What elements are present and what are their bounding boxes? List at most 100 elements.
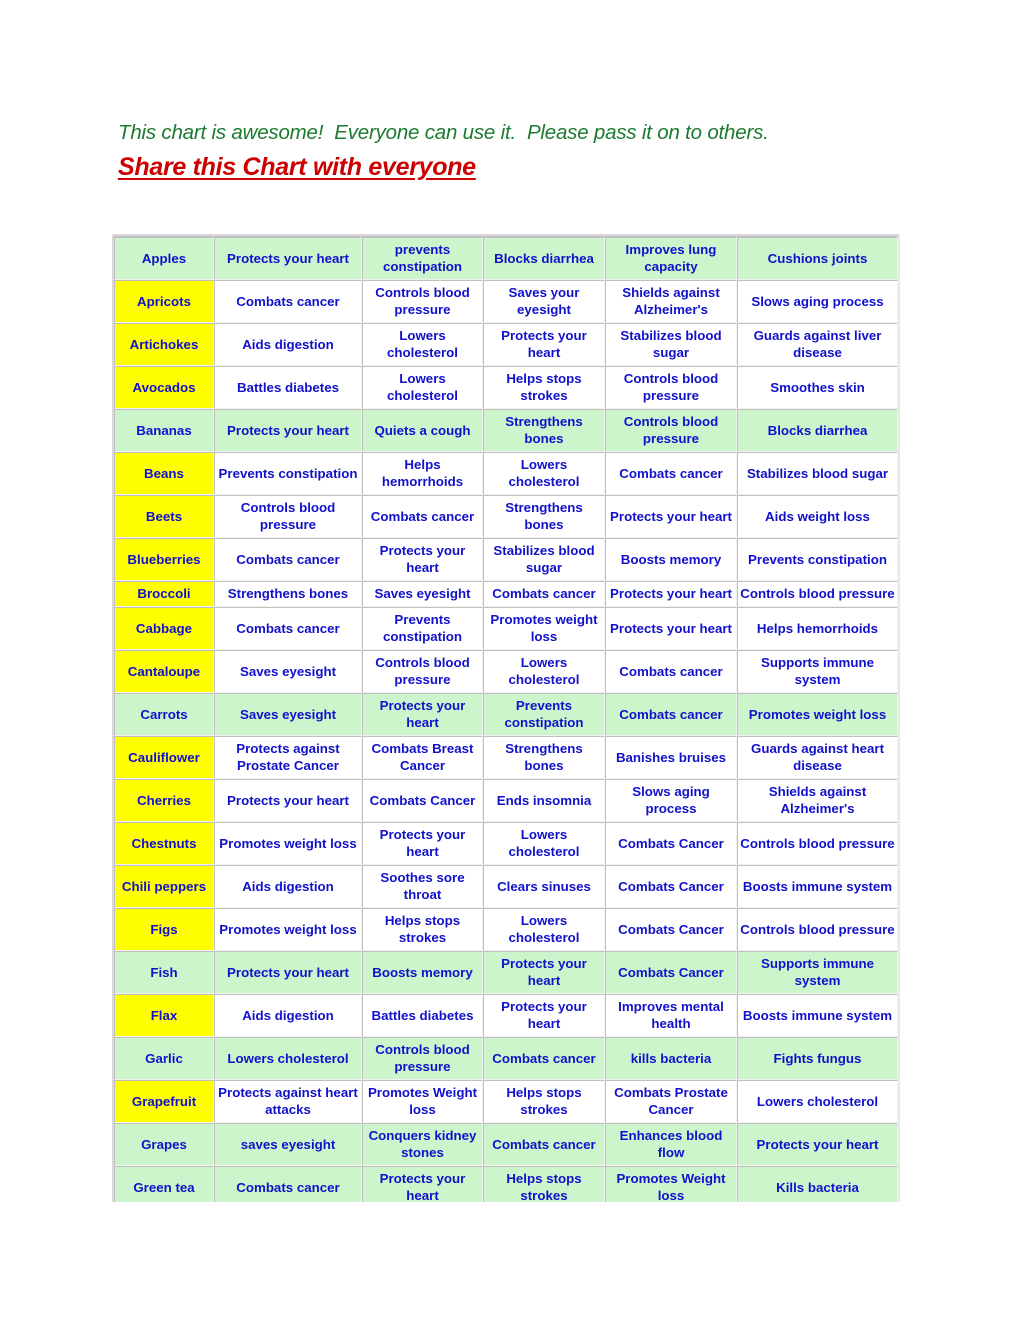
benefit-cell: Saves eyesight xyxy=(214,650,362,693)
table-row: Artichokes Aids digestion Lowers cholester… xyxy=(114,323,898,366)
benefit-cell: Soothes sore throat xyxy=(362,865,483,908)
benefit-cell: Enhances blood flow xyxy=(605,1123,737,1166)
benefit-cell: Helps hemorrhoids xyxy=(737,607,898,650)
benefit-cell: Helps stops strokes xyxy=(483,1166,605,1202)
table-row: Grapefruit Protects against heart attacks… xyxy=(114,1080,898,1123)
food-name-cell: Grapefruit xyxy=(114,1080,214,1123)
food-name-cell: Cantaloupe xyxy=(114,650,214,693)
benefit-cell: Blocks diarrhea xyxy=(737,409,898,452)
benefit-cell: Promotes weight loss xyxy=(214,822,362,865)
benefit-cell: Promotes Weight loss xyxy=(605,1166,737,1202)
benefit-cell: Saves your eyesight xyxy=(483,280,605,323)
benefit-cell: Protects your heart xyxy=(605,581,737,607)
food-name-cell: Artichokes xyxy=(114,323,214,366)
benefit-cell: Boosts immune system xyxy=(737,994,898,1037)
benefit-cell: Protects your heart xyxy=(605,495,737,538)
benefit-cell: Helps stops strokes xyxy=(362,908,483,951)
benefit-cell: Promotes weight loss xyxy=(483,607,605,650)
benefit-cell: Lowers cholesterol xyxy=(737,1080,898,1123)
benefit-cell: Protects your heart xyxy=(362,822,483,865)
benefit-cell: Protects your heart xyxy=(214,779,362,822)
food-benefits-table: Apples Protects your heart prevents consti… xyxy=(112,234,900,1202)
table-row: Beans Prevents constipation Helps hemorrho… xyxy=(114,452,898,495)
benefit-cell: Combats cancer xyxy=(214,538,362,581)
benefit-cell: Lowers cholesterol xyxy=(362,366,483,409)
benefit-cell: Controls blood pressure xyxy=(362,650,483,693)
table-row: Grapes saves eyesight Conquers kidney ston… xyxy=(114,1123,898,1166)
benefit-cell: Protects your heart xyxy=(214,236,362,280)
food-name-cell: Apples xyxy=(114,236,214,280)
food-name-cell: Flax xyxy=(114,994,214,1037)
benefit-cell: Lowers cholesterol xyxy=(483,822,605,865)
food-name-cell: Bananas xyxy=(114,409,214,452)
benefit-cell: Guards against liver disease xyxy=(737,323,898,366)
benefit-cell: Lowers cholesterol xyxy=(362,323,483,366)
benefit-cell: Controls blood pressure xyxy=(362,1037,483,1080)
benefit-cell: Saves eyesight xyxy=(214,693,362,736)
benefit-cell: Controls blood pressure xyxy=(605,366,737,409)
benefit-cell: Controls blood pressure xyxy=(737,581,898,607)
benefit-cell: Quiets a cough xyxy=(362,409,483,452)
food-name-cell: Avocados xyxy=(114,366,214,409)
benefit-cell: Saves eyesight xyxy=(362,581,483,607)
table-row: Fish Protects your heart Boosts memory Prot… xyxy=(114,951,898,994)
food-name-cell: Apricots xyxy=(114,280,214,323)
table-row: Bananas Protects your heart Quiets a cough… xyxy=(114,409,898,452)
table-row: Apricots Combats cancer Controls blood pre… xyxy=(114,280,898,323)
benefit-cell: Protects your heart xyxy=(483,323,605,366)
benefit-cell: Combats cancer xyxy=(214,280,362,323)
food-name-cell: Grapes xyxy=(114,1123,214,1166)
benefit-cell: Combats cancer xyxy=(214,1166,362,1202)
benefit-cell: Protects against Prostate Cancer xyxy=(214,736,362,779)
benefit-cell: Protects your heart xyxy=(483,951,605,994)
benefit-cell: Controls blood pressure xyxy=(214,495,362,538)
benefit-cell: Protects against heart attacks xyxy=(214,1080,362,1123)
benefit-cell: Controls blood pressure xyxy=(737,908,898,951)
benefit-cell: Protects your heart xyxy=(737,1123,898,1166)
benefit-cell: Promotes Weight loss xyxy=(362,1080,483,1123)
food-name-cell: Beets xyxy=(114,495,214,538)
benefit-cell: Combats cancer xyxy=(362,495,483,538)
benefit-cell: Strengthens bones xyxy=(483,495,605,538)
benefit-cell: Strengthens bones xyxy=(483,736,605,779)
share-heading: Share this Chart with everyone xyxy=(118,152,878,182)
table-row: Cantaloupe Saves eyesight Controls blood p… xyxy=(114,650,898,693)
food-name-cell: Beans xyxy=(114,452,214,495)
benefit-cell: Combats Cancer xyxy=(605,865,737,908)
table-row: Broccoli Strengthens bones Saves eyesight C… xyxy=(114,581,898,607)
food-name-cell: Broccoli xyxy=(114,581,214,607)
benefit-cell: Prevents constipation xyxy=(737,538,898,581)
benefit-cell: Combats Cancer xyxy=(605,908,737,951)
table-row: Cauliflower Protects against Prostate Can… xyxy=(114,736,898,779)
food-name-cell: Chestnuts xyxy=(114,822,214,865)
benefit-cell: Combats Breast Cancer xyxy=(362,736,483,779)
table-row: Beets Controls blood pressure Combats canc… xyxy=(114,495,898,538)
benefit-cell: Combats cancer xyxy=(483,1037,605,1080)
intro-paragraph: This chart is awesome! Everyone can use … xyxy=(118,121,769,144)
benefit-cell: Stabilizes blood sugar xyxy=(605,323,737,366)
food-name-cell: Blueberries xyxy=(114,538,214,581)
benefit-cell: Combats Cancer xyxy=(605,951,737,994)
food-name-cell: Cherries xyxy=(114,779,214,822)
benefit-cell: kills bacteria xyxy=(605,1037,737,1080)
table-row: Cabbage Combats cancer Prevents constipati… xyxy=(114,607,898,650)
benefit-cell: Combats cancer xyxy=(214,607,362,650)
table-row: Green tea Combats cancer Protects your hea… xyxy=(114,1166,898,1202)
food-name-cell: Figs xyxy=(114,908,214,951)
benefit-cell: prevents constipation xyxy=(362,236,483,280)
benefit-cell: Protects your heart xyxy=(362,538,483,581)
table-body: Apples Protects your heart prevents consti… xyxy=(114,236,898,1202)
food-name-cell: Cauliflower xyxy=(114,736,214,779)
benefit-cell: Helps stops strokes xyxy=(483,1080,605,1123)
benefit-cell: Shields against Alzheimer's xyxy=(605,280,737,323)
benefit-cell: Combats cancer xyxy=(605,693,737,736)
table-row: Garlic Lowers cholesterol Controls blood p… xyxy=(114,1037,898,1080)
benefit-cell: Helps stops strokes xyxy=(483,366,605,409)
benefit-cell: Supports immune system xyxy=(737,951,898,994)
benefit-cell: Protects your heart xyxy=(214,951,362,994)
benefit-cell: Stabilizes blood sugar xyxy=(737,452,898,495)
benefit-cell: Slows aging process xyxy=(737,280,898,323)
benefit-cell: Smoothes skin xyxy=(737,366,898,409)
benefit-cell: Boosts memory xyxy=(605,538,737,581)
benefit-cell: Battles diabetes xyxy=(214,366,362,409)
